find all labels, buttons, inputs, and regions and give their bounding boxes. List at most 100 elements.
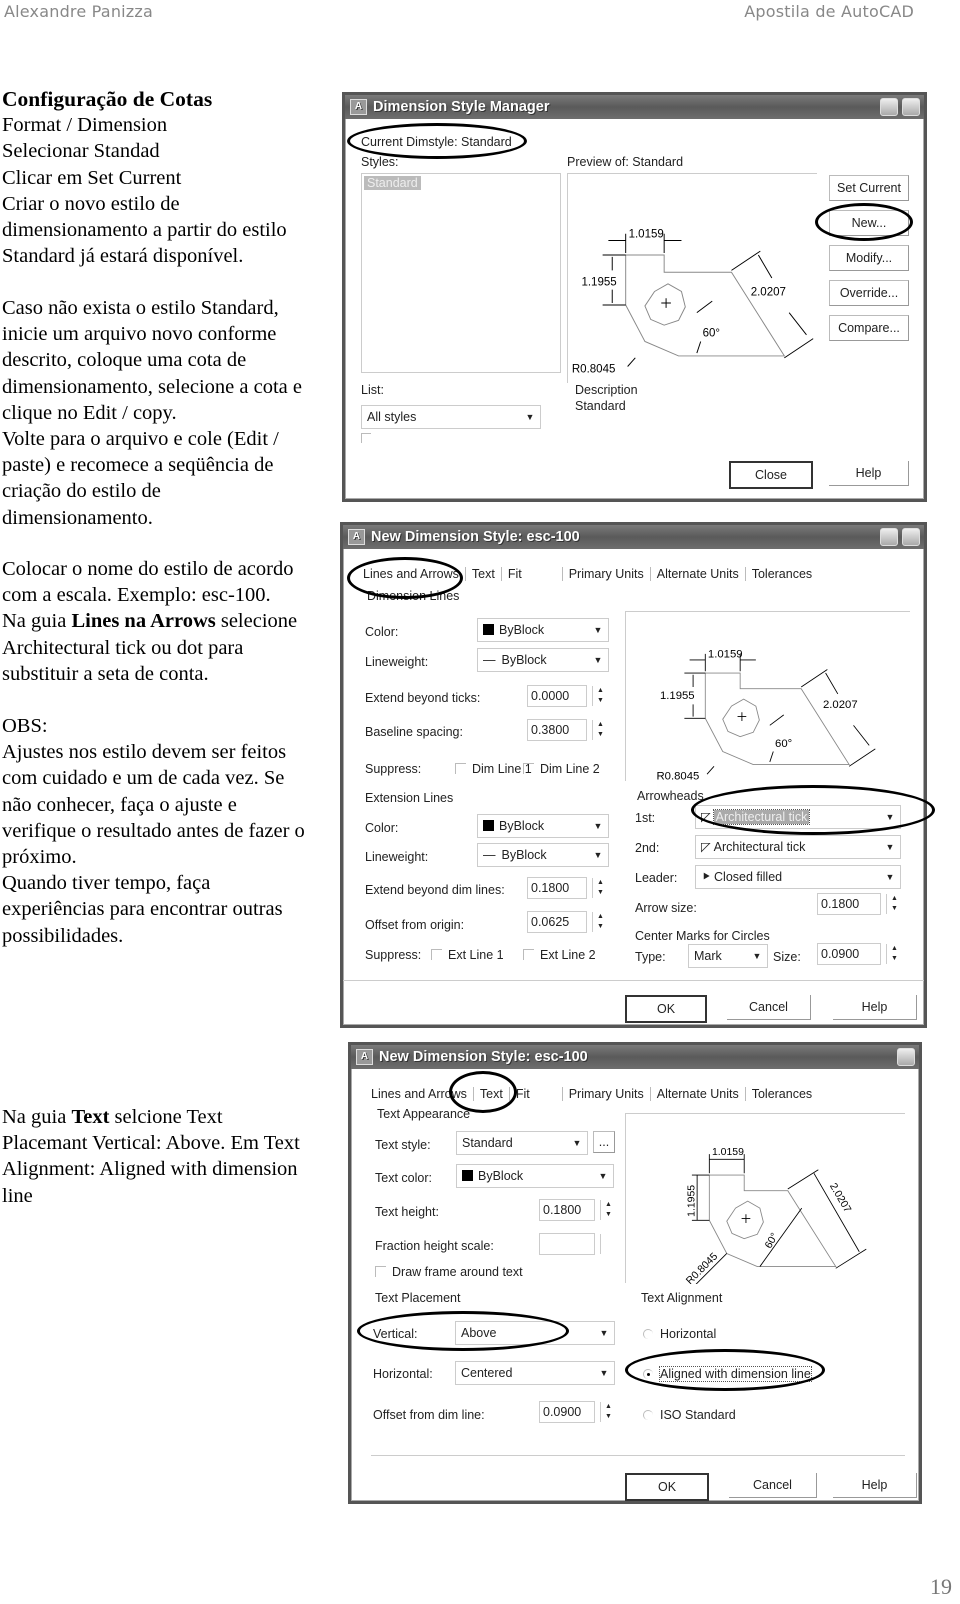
offset-origin-spinner[interactable]: 0.0625 ▲ ▼ — [527, 911, 604, 933]
spinner-arrows-icon[interactable]: ▲ ▼ — [592, 878, 608, 898]
tab-tolerances[interactable]: Tolerances — [746, 567, 818, 581]
suppress-ext-line-2-checkbox[interactable]: Ext Line 2 — [523, 948, 596, 962]
text-height-spinner[interactable]: 0.1800 ▲ ▼ — [539, 1199, 612, 1221]
first-arrowhead-value: Architectural tick — [712, 809, 811, 825]
leader-dropdown[interactable]: ⯈ Closed filled ▼ — [695, 865, 901, 889]
cancel-button[interactable]: Cancel — [729, 1473, 817, 1498]
style-list-item-standard[interactable]: Standard — [364, 176, 421, 190]
horizontal-label: Horizontal: — [373, 1367, 433, 1381]
chevron-down-icon: ▼ — [599, 1368, 609, 1378]
new-dimension-style-dialog-text: A New Dimension Style: esc-100 Lines and… — [348, 1042, 922, 1504]
help-button[interactable]: Help — [829, 461, 909, 486]
header-doc-title: Apostila de AutoCAD — [744, 2, 914, 21]
leader-label: Leader: — [635, 871, 678, 885]
modify-button[interactable]: Modify... — [829, 245, 909, 271]
close-titlebar-button[interactable] — [902, 528, 920, 546]
spinner-arrows-icon[interactable]: ▲ ▼ — [592, 720, 608, 740]
extend-dim-lines-label: Extend beyond dim lines: — [365, 883, 505, 897]
baseline-spacing-spinner[interactable]: 0.3800 ▲ ▼ — [527, 719, 604, 741]
tab-primary-units[interactable]: Primary Units — [563, 567, 651, 581]
help-titlebar-button[interactable] — [880, 98, 898, 116]
tab-lines-and-arrows[interactable]: Lines and Arrows — [365, 1087, 474, 1101]
spinner-arrows-icon[interactable]: ▲ ▼ — [592, 686, 608, 706]
list-filter-value: All styles — [367, 410, 417, 424]
spinner-arrows-icon[interactable]: ▲ ▼ — [886, 894, 902, 914]
dim-line-color-dropdown[interactable]: ByBlock ▼ — [477, 618, 609, 642]
tab-fit[interactable]: Fit — [510, 1087, 563, 1101]
checkbox-icon — [375, 1266, 386, 1277]
first-arrow-label: 1st: — [635, 811, 656, 825]
fraction-height-spinner[interactable] — [539, 1233, 601, 1255]
color-label: Color: — [365, 625, 399, 639]
checkbox-icon — [523, 763, 534, 774]
color-value: ByBlock — [499, 819, 545, 833]
suppress-dim-line-1-checkbox[interactable]: Dim Line 1 — [455, 762, 532, 776]
checkbox-icon — [431, 949, 442, 960]
dont-list-xref-checkbox[interactable] — [361, 433, 371, 443]
header-author: Alexandre Panizza — [4, 2, 154, 21]
text-color-dropdown[interactable]: ByBlock ▼ — [456, 1164, 614, 1188]
center-mark-type-dropdown[interactable]: Mark ▼ — [688, 944, 768, 968]
extend-dim-lines-spinner[interactable]: 0.1800 ▲ ▼ — [527, 877, 604, 899]
chevron-down-icon: ▼ — [593, 821, 603, 831]
help-button[interactable]: Help — [833, 995, 917, 1020]
spinner-arrows-icon[interactable]: ▲ ▼ — [600, 1402, 616, 1422]
override-button[interactable]: Override... — [829, 280, 909, 306]
ok-button[interactable]: OK — [625, 1473, 709, 1501]
suppress-dim-line-2-checkbox[interactable]: Dim Line 2 — [523, 762, 600, 776]
spinner-arrows-icon[interactable]: ▲ ▼ — [600, 1200, 616, 1220]
tab-text[interactable]: Text — [474, 1087, 510, 1101]
align-horizontal-radio[interactable]: Horizontal — [643, 1327, 716, 1341]
bold-span: Text — [71, 1106, 110, 1128]
tab-text[interactable]: Text — [466, 567, 502, 581]
align-iso-standard-radio[interactable]: ISO Standard — [643, 1408, 736, 1422]
text-style-dropdown[interactable]: Standard ▼ — [456, 1131, 588, 1155]
horizontal-placement-dropdown[interactable]: Centered ▼ — [455, 1361, 615, 1385]
text-placement-group: Text Placement — [375, 1291, 461, 1305]
tab-alternate-units[interactable]: Alternate Units — [651, 567, 746, 581]
second-arrowhead-dropdown[interactable]: ◸ Architectural tick ▼ — [695, 835, 901, 859]
tab-tolerances[interactable]: Tolerances — [746, 1087, 818, 1101]
close-titlebar-button[interactable] — [902, 98, 920, 116]
close-button[interactable]: Close — [729, 461, 813, 489]
tab-fit[interactable]: Fit — [502, 567, 563, 581]
architectural-tick-icon: ◸ — [701, 810, 711, 824]
center-mark-size-value: 0.0900 — [821, 947, 860, 961]
tab-lines-and-arrows[interactable]: Lines and Arrows — [357, 567, 466, 581]
horizontal-placement-value: Centered — [461, 1366, 513, 1380]
line-icon: — — [483, 848, 496, 862]
compare-button[interactable]: Compare... — [829, 315, 909, 341]
chevron-down-icon: ▼ — [593, 655, 603, 665]
text-style-browse-button[interactable]: ... — [593, 1131, 615, 1153]
set-current-button[interactable]: Set Current — [829, 175, 909, 201]
help-button[interactable]: Help — [833, 1473, 917, 1498]
spinner-arrows-icon[interactable]: ▲ ▼ — [592, 912, 608, 932]
text-line: experiências para encontrar outras — [2, 898, 283, 921]
tab-alternate-units[interactable]: Alternate Units — [651, 1087, 746, 1101]
ok-button[interactable]: OK — [625, 995, 707, 1023]
offset-dim-line-spinner[interactable]: 0.0900 ▲ ▼ — [539, 1401, 612, 1423]
center-marks-group: Center Marks for Circles — [635, 929, 770, 943]
tab-primary-units[interactable]: Primary Units — [563, 1087, 651, 1101]
preview-angle-dim: 60° — [775, 738, 792, 750]
cancel-button[interactable]: Cancel — [727, 995, 811, 1020]
spinner-arrows-icon[interactable]: ▲ ▼ — [886, 944, 902, 964]
align-with-dim-line-radio[interactable]: Aligned with dimension line — [643, 1366, 812, 1382]
styles-list[interactable]: Standard — [361, 173, 561, 373]
center-mark-size-spinner[interactable]: 0.0900 ▲ ▼ — [817, 943, 898, 965]
new-button[interactable]: New... — [829, 210, 909, 236]
ext-line-lineweight-dropdown[interactable]: — ByBlock ▼ — [477, 843, 609, 867]
extend-ticks-spinner[interactable]: 0.0000 ▲ ▼ — [527, 685, 604, 707]
vertical-placement-dropdown[interactable]: Above ▼ — [455, 1321, 615, 1345]
ext-line-color-dropdown[interactable]: ByBlock ▼ — [477, 814, 609, 838]
list-filter-dropdown[interactable]: All styles ▼ — [361, 405, 541, 429]
close-titlebar-button[interactable] — [897, 1048, 915, 1066]
text-line: possibilidades. — [2, 924, 124, 947]
draw-frame-checkbox[interactable]: Draw frame around text — [375, 1265, 523, 1279]
help-titlebar-button[interactable] — [880, 528, 898, 546]
ext-color-label: Color: — [365, 821, 399, 835]
dim-line-lineweight-dropdown[interactable]: — ByBlock ▼ — [477, 648, 609, 672]
suppress-ext-line-1-checkbox[interactable]: Ext Line 1 — [431, 948, 504, 962]
first-arrowhead-dropdown[interactable]: ◸ Architectural tick ▼ — [695, 805, 901, 829]
arrow-size-spinner[interactable]: 0.1800 ▲ ▼ — [817, 893, 898, 915]
